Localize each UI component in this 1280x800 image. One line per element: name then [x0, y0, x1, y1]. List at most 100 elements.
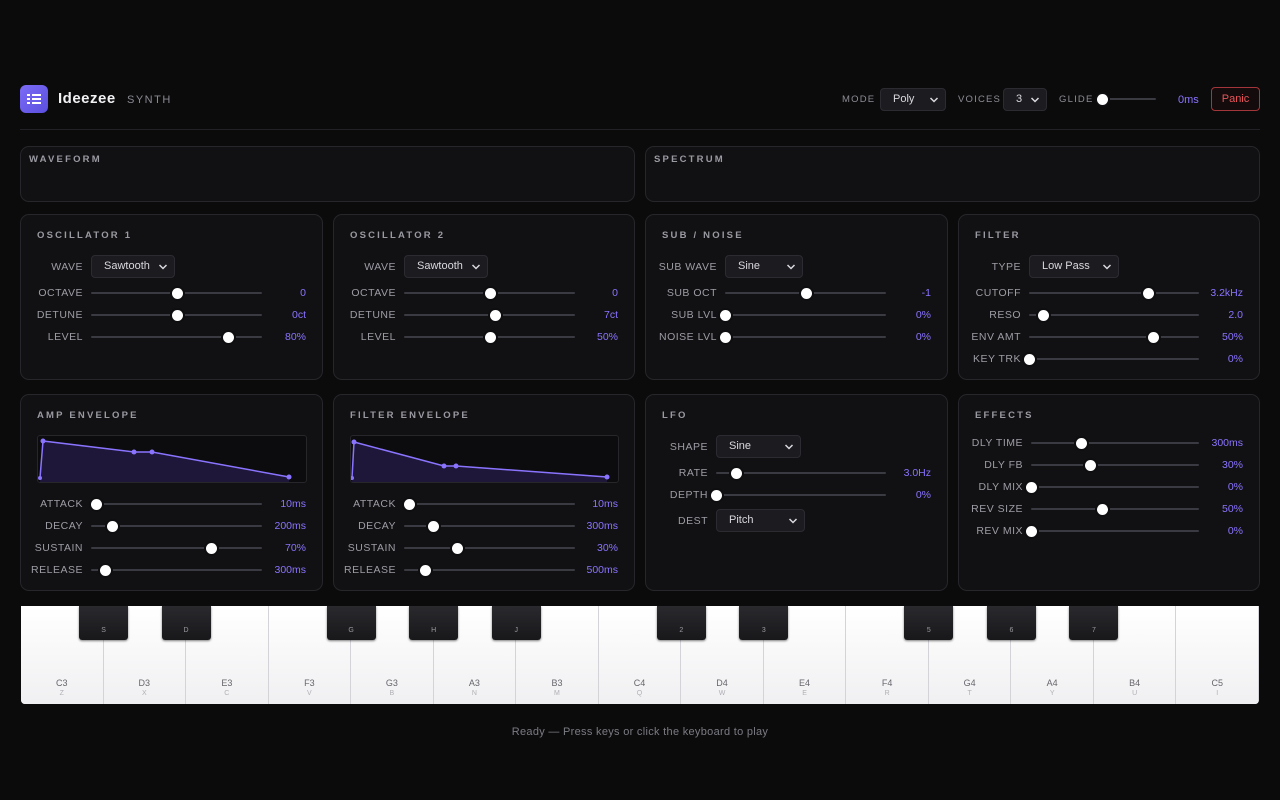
param-slider-thumb[interactable]	[1037, 310, 1049, 321]
param-slider[interactable]	[1031, 442, 1199, 444]
param-slider-thumb[interactable]	[419, 565, 431, 576]
key-shortcut-label: G	[348, 627, 354, 634]
mode-select[interactable]: Poly	[880, 88, 946, 111]
param-slider-thumb[interactable]	[91, 499, 103, 510]
param-slider[interactable]	[1031, 486, 1199, 488]
param-slider-thumb[interactable]	[404, 499, 416, 510]
black-key[interactable]: 2	[656, 606, 706, 640]
param-slider-thumb[interactable]	[711, 490, 722, 501]
param-slider-thumb[interactable]	[484, 288, 496, 299]
param-slider-thumb[interactable]	[171, 288, 183, 299]
black-key[interactable]: D	[161, 606, 211, 640]
param-slider-thumb[interactable]	[800, 288, 812, 299]
lfo-shape-select[interactable]: Sine	[716, 435, 801, 458]
glide-slider-thumb[interactable]	[1097, 94, 1108, 105]
param-value: 50%	[1221, 503, 1243, 515]
black-key[interactable]: S	[79, 606, 129, 640]
param-slider[interactable]	[725, 314, 886, 316]
param-slider-thumb[interactable]	[1084, 460, 1096, 471]
osc1-wave-select[interactable]: Sawtooth	[91, 255, 175, 278]
black-key[interactable]: J	[491, 606, 541, 640]
panic-button[interactable]: Panic	[1211, 87, 1260, 111]
filter-envelope-graph[interactable]	[350, 435, 619, 483]
param-slider-thumb[interactable]	[1143, 288, 1154, 299]
osc2-wave-select[interactable]: Sawtooth	[404, 255, 488, 278]
chevron-down-icon	[788, 518, 798, 524]
param-slider[interactable]	[1029, 358, 1199, 360]
lfo-dest-select[interactable]: Pitch	[716, 509, 805, 532]
param-row: ENV AMT 50%	[959, 327, 1259, 347]
param-slider[interactable]	[91, 569, 262, 571]
param-slider-thumb[interactable]	[1076, 438, 1088, 449]
key-shortcut-label: Q	[636, 690, 643, 697]
param-label: SUB LVL	[671, 309, 717, 321]
param-slider-thumb[interactable]	[205, 543, 217, 554]
param-label: SUSTAIN	[34, 542, 83, 554]
param-slider-thumb[interactable]	[452, 543, 463, 554]
param-value: 10ms	[280, 498, 306, 510]
spectrum-display: SPECTRUM	[645, 146, 1260, 202]
black-key[interactable]: H	[409, 606, 459, 640]
sub-wave-select[interactable]: Sine	[725, 255, 803, 278]
param-slider-thumb[interactable]	[1024, 354, 1035, 365]
param-slider-thumb[interactable]	[720, 310, 731, 321]
param-slider-thumb[interactable]	[106, 521, 118, 532]
param-value: 300ms	[1211, 437, 1243, 449]
amp-envelope-graph[interactable]	[37, 435, 307, 483]
white-key[interactable]: C5 I	[1176, 606, 1259, 704]
black-key[interactable]: 3	[739, 606, 789, 640]
param-slider[interactable]	[1031, 464, 1199, 466]
param-row: DLY TIME 300ms	[959, 433, 1259, 453]
param-slider[interactable]	[91, 503, 262, 505]
param-label: DETUNE	[36, 309, 83, 321]
param-slider[interactable]	[1031, 530, 1199, 532]
param-slider-thumb[interactable]	[171, 310, 183, 321]
param-label: REV SIZE	[971, 503, 1023, 515]
param-slider-thumb[interactable]	[428, 521, 440, 532]
param-slider-thumb[interactable]	[720, 332, 731, 343]
param-row: RELEASE 300ms	[21, 560, 322, 580]
param-slider-thumb[interactable]	[1026, 526, 1037, 537]
mode-select-value: Poly	[893, 93, 915, 105]
oscillator-1-panel: OSCILLATOR 1 WAVE Sawtooth OCTAVE 0 DETUNE…	[20, 214, 323, 380]
lfo-shape-value: Sine	[729, 440, 752, 452]
param-value: 0%	[915, 489, 931, 501]
filter-type-select[interactable]: Low Pass	[1029, 255, 1119, 278]
param-slider-thumb[interactable]	[222, 332, 234, 343]
param-slider-thumb[interactable]	[489, 310, 501, 321]
voices-select[interactable]: 3	[1003, 88, 1047, 111]
param-value: 500ms	[586, 564, 618, 576]
black-key[interactable]: G	[326, 606, 376, 640]
param-slider-thumb[interactable]	[1096, 504, 1108, 515]
param-slider[interactable]	[1029, 292, 1199, 294]
black-key[interactable]: 6	[986, 606, 1036, 640]
param-slider[interactable]	[1029, 314, 1199, 316]
param-slider[interactable]	[1031, 508, 1199, 510]
param-row: LEVEL 80%	[21, 327, 322, 347]
param-slider-thumb[interactable]	[731, 468, 743, 479]
black-key[interactable]: 7	[1069, 606, 1119, 640]
filter-type-row: TYPE Low Pass	[959, 255, 1259, 278]
param-value: 50%	[1221, 331, 1243, 343]
param-slider-thumb[interactable]	[1148, 332, 1160, 343]
param-slider-thumb[interactable]	[484, 332, 496, 343]
param-slider[interactable]	[716, 494, 886, 496]
piano-keyboard[interactable]: C3 Z D3 X E3 C F3 V G3 B A3 N B3 M C4 Q D4 W E4 E F4 R G4 T A4 Y B…	[21, 606, 1259, 704]
param-slider[interactable]	[404, 547, 575, 549]
key-shortcut-label: 6	[1009, 627, 1014, 634]
param-slider[interactable]	[404, 503, 575, 505]
param-slider[interactable]	[91, 336, 262, 338]
black-key[interactable]: 5	[904, 606, 954, 640]
param-row: DLY MIX 0%	[959, 477, 1259, 497]
key-note-label: E4	[799, 678, 811, 688]
key-note-label: B3	[551, 678, 563, 688]
param-slider-thumb[interactable]	[99, 565, 111, 576]
param-slider[interactable]	[91, 547, 262, 549]
param-value: 30%	[1221, 459, 1243, 471]
param-slider[interactable]	[1029, 336, 1199, 338]
param-slider[interactable]	[725, 336, 886, 338]
filter-envelope-panel: FILTER ENVELOPE ATTACK 10ms DECAY 300ms SUST…	[333, 394, 635, 591]
filter-type-label: TYPE	[991, 261, 1021, 273]
glide-slider[interactable]	[1102, 98, 1156, 100]
param-slider-thumb[interactable]	[1026, 482, 1037, 493]
